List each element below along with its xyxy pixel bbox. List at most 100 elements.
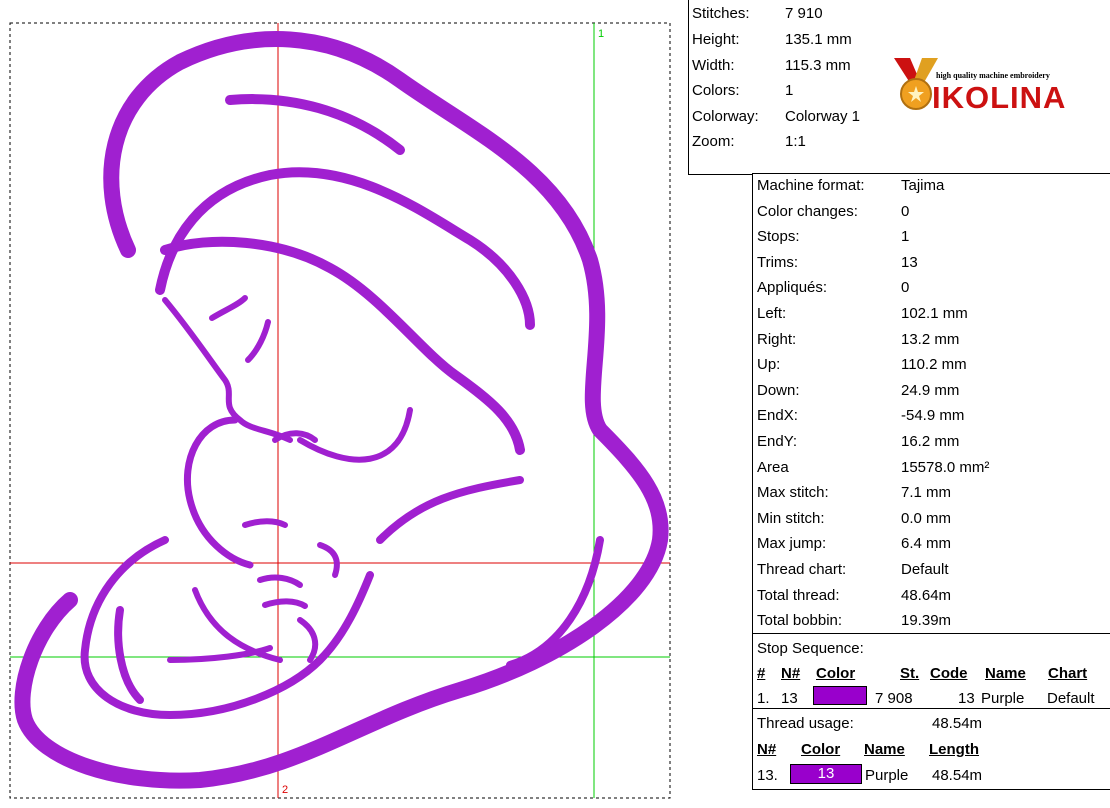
col-num-header: # [757,665,766,682]
baby-eye-stroke [242,518,288,528]
colors-value: 1 [785,82,794,99]
hair-shine-stroke [225,94,405,155]
mother-eyebrow-stroke [245,319,271,363]
detail-value: Default [901,561,949,578]
col-st-header: St. [900,665,920,682]
baby-hand-stroke [297,617,319,663]
detail-value: 7.1 mm [901,484,952,502]
stop-color-swatch [813,686,867,705]
stitches-label: Stitches: [692,5,750,22]
usage-col-length-header: Length [929,741,979,758]
detail-label: Area [757,458,789,476]
stop-row-name: Purple [981,690,1025,707]
mother-arm-stroke [376,476,524,544]
stop-row-stitches: 7 908 [875,690,913,707]
detail-label: EndX: [757,407,798,425]
col-code-header: Code [930,665,968,682]
design-canvas: 1 2 [9,22,671,799]
usage-color-swatch: 13 [790,764,862,784]
baby-nose-stroke [257,574,303,588]
usage-row-length: 48.54m [932,767,983,784]
outer-hair-stroke [14,31,669,789]
detail-label: Max jump: [757,535,827,553]
detail-value: 48.64m [901,586,952,604]
detail-value: 13.2 mm [901,330,960,348]
height-value: 135.1 mm [785,31,852,48]
thread-usage-total: 48.54m [932,715,983,732]
detail-label: Right: [757,330,797,348]
detail-value: -54.9 mm [901,407,965,425]
blanket-line-stroke [167,645,273,663]
usage-row-n: 13. [757,767,778,784]
colors-label: Colors: [692,82,740,99]
zoom-value: 1:1 [785,133,806,150]
col-chart-header: Chart [1048,665,1088,682]
col-n-header: N# [781,665,801,682]
stop-row-num: 1. [757,690,770,707]
detail-value: 6.4 mm [901,535,952,553]
height-label: Height: [692,31,740,48]
detail-value: 15578.0 mm² [901,458,990,476]
detail-label: Stops: [757,228,800,246]
detail-label: EndY: [757,433,798,450]
baby-ear-stroke [317,542,340,578]
thread-usage-panel: Thread usage: 48.54m N# Color Name Lengt… [752,708,1110,790]
col-color-header: Color [816,665,856,682]
summary-panel: Stitches: 7 910 Height: 135.1 mm Width: … [688,0,885,175]
mother-eye-stroke [209,295,248,321]
logo-tagline: high quality machine embroidery [936,71,1050,80]
colorway-label: Colorway: [692,108,759,125]
colorway-value: Colorway 1 [785,108,861,125]
detail-label: Appliqués: [757,279,828,297]
width-value: 115.3 mm [785,57,851,74]
detail-label: Down: [757,381,800,399]
detail-label: Left: [757,305,787,322]
usage-col-name-header: Name [864,741,905,758]
hair-inner-stroke [155,167,535,330]
baby-mouth-stroke [262,598,308,609]
logo-brand: IKOLINA [932,80,1067,115]
detail-label: Trims: [757,253,799,271]
baby-hair-stroke [272,430,318,443]
stop-sequence-title: Stop Sequence: [757,640,864,657]
detail-label: Total thread: [757,586,840,604]
detail-value: 13 [901,253,918,271]
stop-row-chart: Default [1047,690,1095,707]
detail-value: 24.9 mm [901,381,960,399]
stitches-value: 7 910 [785,5,823,22]
usage-col-color-header: Color [801,741,841,758]
detail-label: Max stitch: [757,484,829,502]
detail-value: 0 [901,279,910,297]
design-preview[interactable]: 1 2 [0,0,685,808]
mother-cheek-stroke [297,407,413,463]
detail-label: Machine format: [757,177,865,194]
hair-strand-stroke [160,236,525,455]
stop-row-n: 13 [781,690,798,707]
detail-label: Color changes: [757,202,858,220]
detail-label: Up: [757,356,781,374]
zoom-label: Zoom: [692,133,735,150]
detail-value: 0.0 mm [901,509,952,527]
detail-label: Min stitch: [757,509,825,527]
details-panel: Machine format: Tajima Color changes: 0 Stop… [752,173,1110,635]
usage-col-n-header: N# [757,741,777,758]
detail-value: 110.2 mm [901,356,967,374]
stop-row-code: 13 [958,690,975,707]
detail-value: Tajima [901,177,945,194]
guide-label-1: 1 [598,28,604,40]
detail-value: 1 [901,228,910,246]
detail-value: 102.1 mm [901,305,968,322]
detail-label: Total bobbin: [757,612,843,630]
detail-value: 0 [901,202,910,220]
stop-sequence-panel: Stop Sequence: # N# Color St. Code Name … [752,633,1110,711]
usage-row-name: Purple [865,767,909,784]
thread-usage-title: Thread usage: [757,715,854,732]
width-label: Width: [692,57,735,74]
col-name-header: Name [985,665,1026,682]
detail-value: 16.2 mm [901,433,960,450]
detail-label: Thread chart: [757,561,847,578]
detail-value: 19.39m [901,612,952,630]
blanket-fold-stroke [114,606,144,704]
baby-head-stroke [183,416,254,569]
guide-label-2: 2 [282,784,288,796]
